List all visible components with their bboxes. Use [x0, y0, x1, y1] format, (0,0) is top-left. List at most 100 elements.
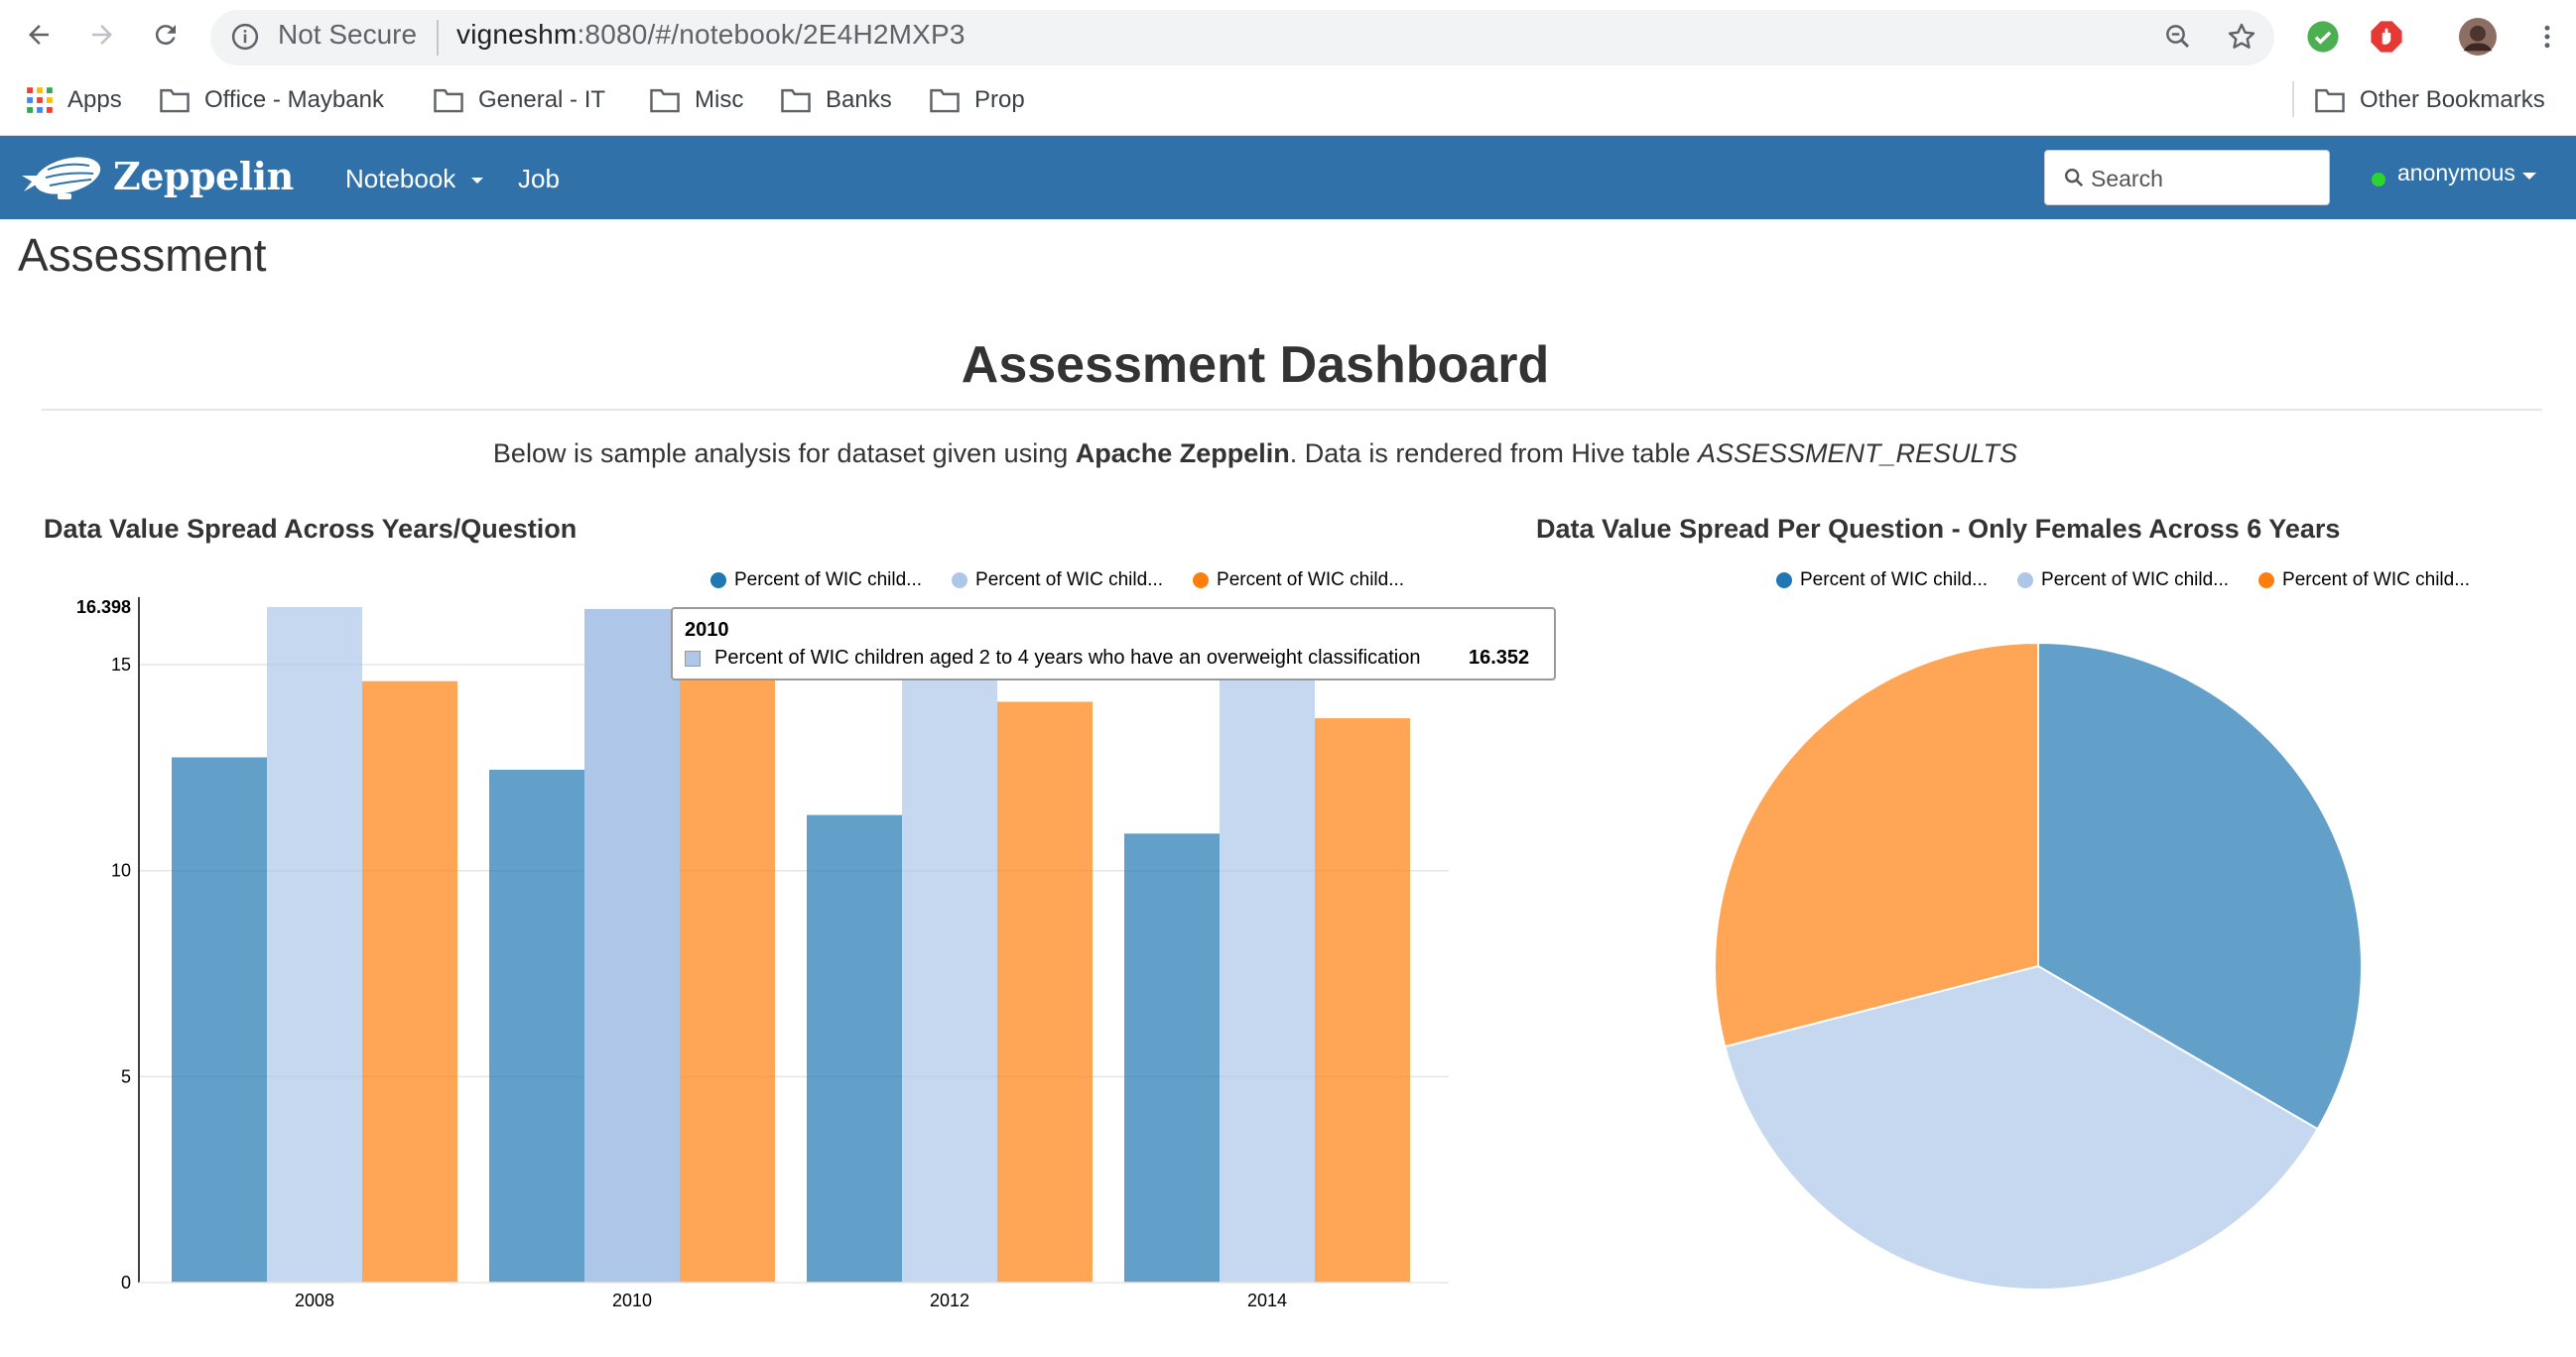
folder-icon	[650, 88, 680, 113]
bar-chart: 0 5 10 15 16.398 2008 2010 2012 2014	[76, 597, 1449, 1310]
notebook-title[interactable]: Assessment	[18, 228, 267, 282]
bar	[902, 640, 997, 1283]
bar	[489, 769, 584, 1283]
zeppelin-navbar: Zeppelin Notebook Job anonymous	[0, 136, 2576, 219]
forward-arrow-icon	[92, 25, 112, 45]
folder-icon	[781, 88, 811, 113]
y-tick-label: 10	[111, 861, 131, 881]
desc-text: . Data is rendered from Hive table	[1289, 438, 1698, 468]
profile-avatar-icon[interactable]	[2459, 18, 2497, 56]
adblock-icon[interactable]	[2368, 18, 2405, 56]
desc-italic: ASSESSMENT_RESULTS	[1697, 438, 2018, 468]
bookmark-apps[interactable]: Apps	[26, 83, 122, 117]
y-max-label: 16.398	[76, 597, 131, 617]
x-tick-label: 2014	[1247, 1291, 1287, 1310]
other-bookmarks[interactable]: Other Bookmarks	[2314, 83, 2545, 117]
bookmark-star-icon[interactable]	[2223, 18, 2260, 56]
apps-grid-icon	[27, 87, 53, 113]
bookmark-prop[interactable]: Prop	[929, 83, 1025, 117]
search-input[interactable]	[2089, 161, 2321, 196]
bookmark-label: Banks	[826, 86, 892, 113]
desc-text: Below is sample analysis for dataset giv…	[492, 438, 1076, 468]
other-bookmarks-label: Other Bookmarks	[2360, 86, 2545, 113]
desc-bold: Apache Zeppelin	[1075, 438, 1290, 468]
bar	[807, 814, 902, 1283]
folder-icon	[160, 88, 190, 113]
bookmark-office-maybank[interactable]: Office - Maybank	[159, 83, 384, 117]
user-status-dot	[2372, 173, 2385, 186]
tooltip-label: Percent of WIC children aged 2 to 4 year…	[714, 647, 1421, 669]
url-text[interactable]: vigneshm:8080/#/notebook/2E4H2MXP3	[456, 19, 966, 51]
tooltip-title: 2010	[685, 619, 729, 641]
legend-label: Percent of WIC child...	[2282, 569, 2471, 590]
bar	[1124, 833, 1220, 1283]
folder-icon	[930, 88, 960, 113]
pie-chart-title: Data Value Spread Per Question - Only Fe…	[1536, 514, 2341, 544]
extension-check-icon[interactable]	[2304, 18, 2342, 56]
x-tick-label: 2012	[930, 1291, 969, 1310]
notebook-menu[interactable]: Notebook	[345, 164, 483, 194]
folder-icon	[434, 88, 463, 113]
job-menu[interactable]: Job	[518, 164, 560, 194]
bar	[1220, 644, 1315, 1283]
y-tick-label: 0	[121, 1273, 131, 1293]
security-status: Not Secure	[278, 19, 418, 50]
x-tick-label: 2008	[295, 1291, 334, 1310]
bookmark-label: Prop	[974, 86, 1025, 113]
search-box[interactable]	[2044, 150, 2330, 205]
info-icon[interactable]	[230, 22, 260, 57]
bookmarks-bar: Apps Office - Maybank General - IT Misc …	[0, 69, 2576, 136]
dashboard-title: Assessment Dashboard	[961, 336, 1550, 394]
bookmark-label: Office - Maybank	[204, 86, 384, 113]
legend-label: Percent of WIC child...	[2041, 569, 2230, 590]
url-path: :8080/#/notebook/2E4H2MXP3	[577, 19, 966, 50]
bar	[172, 757, 267, 1283]
legend-item[interactable]: Percent of WIC child...	[1776, 569, 1988, 591]
reload-icon	[155, 25, 176, 46]
user-caret-down-icon[interactable]	[2522, 173, 2536, 180]
dashboard-divider	[42, 409, 2542, 411]
bookmark-label: Misc	[695, 86, 744, 113]
bar	[680, 677, 775, 1283]
pie-chart	[1714, 641, 2362, 1291]
bookmark-label: General - IT	[478, 86, 606, 113]
pie-chart-legend: Percent of WIC child... Percent of WIC c…	[1776, 569, 2500, 591]
bar	[584, 608, 680, 1283]
legend-dot	[2017, 572, 2034, 588]
zeppelin-logo-text[interactable]: Zeppelin	[113, 154, 294, 198]
folder-icon	[2315, 88, 2345, 113]
legend-dot	[2258, 572, 2275, 588]
y-tick-label: 15	[111, 655, 131, 675]
bookmark-banks[interactable]: Banks	[780, 83, 892, 117]
reload-button[interactable]	[145, 14, 187, 56]
bookmark-general-it[interactable]: General - IT	[433, 83, 605, 117]
dashboard-description: Below is sample analysis for dataset giv…	[0, 438, 2511, 469]
url-divider	[437, 20, 439, 56]
bookmark-label: Apps	[67, 86, 122, 113]
forward-button[interactable]	[81, 14, 123, 56]
bar-chart-title: Data Value Spread Across Years/Question	[44, 514, 578, 544]
notebook-menu-label: Notebook	[345, 164, 456, 193]
chart-tooltip: 2010 Percent of WIC children aged 2 to 4…	[671, 607, 1556, 680]
bookmark-misc[interactable]: Misc	[649, 83, 743, 117]
caret-down-icon	[470, 178, 483, 185]
url-host: vigneshm	[456, 19, 578, 50]
x-tick-label: 2010	[612, 1291, 652, 1310]
back-arrow-icon	[29, 25, 49, 45]
user-menu[interactable]: anonymous	[2397, 160, 2515, 186]
bar	[267, 606, 362, 1283]
zoom-icon[interactable]	[2159, 18, 2197, 56]
menu-kebab-icon[interactable]	[2528, 18, 2566, 56]
tooltip-value: 16.352	[1469, 647, 1530, 669]
zeppelin-logo-icon[interactable]	[18, 152, 105, 208]
back-button[interactable]	[18, 14, 60, 56]
legend-item[interactable]: Percent of WIC child...	[2017, 569, 2229, 591]
legend-label: Percent of WIC child...	[1800, 569, 1989, 590]
bar	[997, 701, 1093, 1283]
legend-item[interactable]: Percent of WIC child...	[2258, 569, 2470, 591]
browser-toolbar: Not Secure vigneshm:8080/#/notebook/2E4H…	[0, 0, 2576, 69]
y-tick-label: 5	[121, 1066, 131, 1086]
bar	[1315, 718, 1410, 1283]
bar	[362, 680, 457, 1283]
bookmarks-divider	[2292, 81, 2294, 117]
